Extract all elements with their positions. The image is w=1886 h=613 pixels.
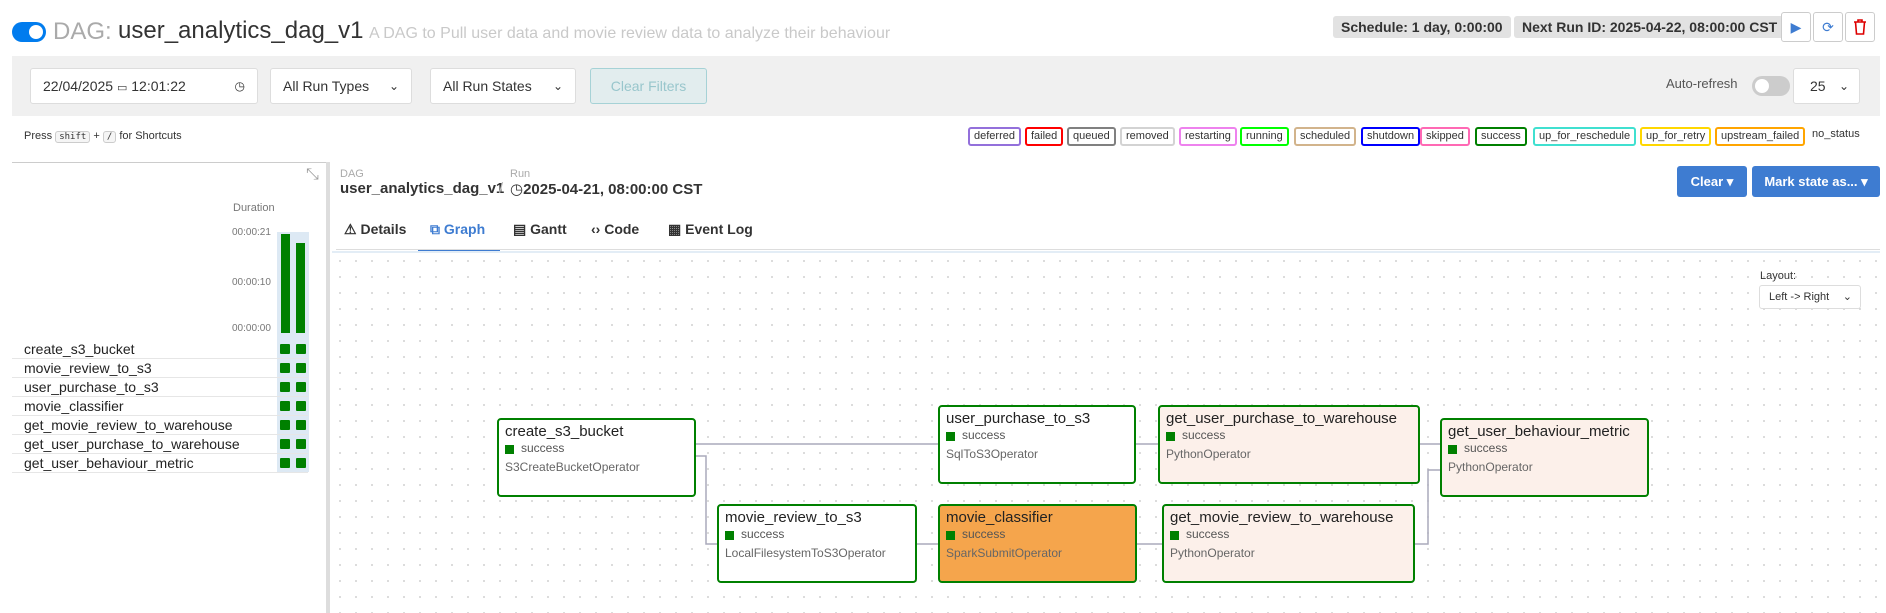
node-operator: LocalFilesystemToS3Operator xyxy=(725,546,886,560)
node-operator: PythonOperator xyxy=(1170,546,1255,560)
node-state: success xyxy=(1186,527,1230,541)
graph-node-get-user-purchase-to-warehouse[interactable]: get_user_purchase_to_warehouse success Pyt… xyxy=(1158,405,1420,484)
graph-node-create-s3-bucket[interactable]: create_s3_bucket success S3CreateBucketOpe… xyxy=(497,418,696,497)
node-state: success xyxy=(962,428,1006,442)
edge xyxy=(695,455,718,545)
node-operator: PythonOperator xyxy=(1448,460,1533,474)
graph-node-get-user-behaviour-metric[interactable]: get_user_behaviour_metric success PythonOp… xyxy=(1440,418,1649,497)
graph-node-movie-classifier[interactable]: movie_classifier success SparkSubmitOperat… xyxy=(938,504,1137,583)
node-operator: SparkSubmitOperator xyxy=(946,546,1063,560)
node-state: success xyxy=(741,527,785,541)
state-square xyxy=(946,432,955,441)
node-state: success xyxy=(1464,441,1508,455)
state-square xyxy=(725,531,734,540)
node-task-id: get_user_behaviour_metric xyxy=(1448,423,1630,440)
graph-node-get-movie-review-to-warehouse[interactable]: get_movie_review_to_warehouse success Pyth… xyxy=(1162,504,1415,583)
state-square xyxy=(1166,432,1175,441)
node-task-id: get_user_purchase_to_warehouse xyxy=(1166,410,1397,427)
node-task-id: user_purchase_to_s3 xyxy=(946,410,1091,427)
state-square xyxy=(505,445,514,454)
state-square xyxy=(1170,531,1179,540)
node-state: success xyxy=(1182,428,1226,442)
graph-node-user-purchase-to-s3[interactable]: user_purchase_to_s3 success SqlToS3Operato… xyxy=(938,405,1136,484)
node-state: success xyxy=(962,527,1006,541)
graph-node-movie-review-to-s3[interactable]: movie_review_to_s3 success LocalFilesystem… xyxy=(717,504,917,583)
state-square xyxy=(946,531,955,540)
node-task-id: movie_classifier xyxy=(946,509,1053,526)
node-operator: SqlToS3Operator xyxy=(946,447,1039,461)
node-task-id: get_movie_review_to_warehouse xyxy=(1170,509,1394,526)
node-state: success xyxy=(521,441,565,455)
state-square xyxy=(1448,445,1457,454)
node-operator: PythonOperator xyxy=(1166,447,1251,461)
node-task-id: movie_review_to_s3 xyxy=(725,509,862,526)
node-operator: S3CreateBucketOperator xyxy=(505,460,640,474)
node-task-id: create_s3_bucket xyxy=(505,423,624,440)
